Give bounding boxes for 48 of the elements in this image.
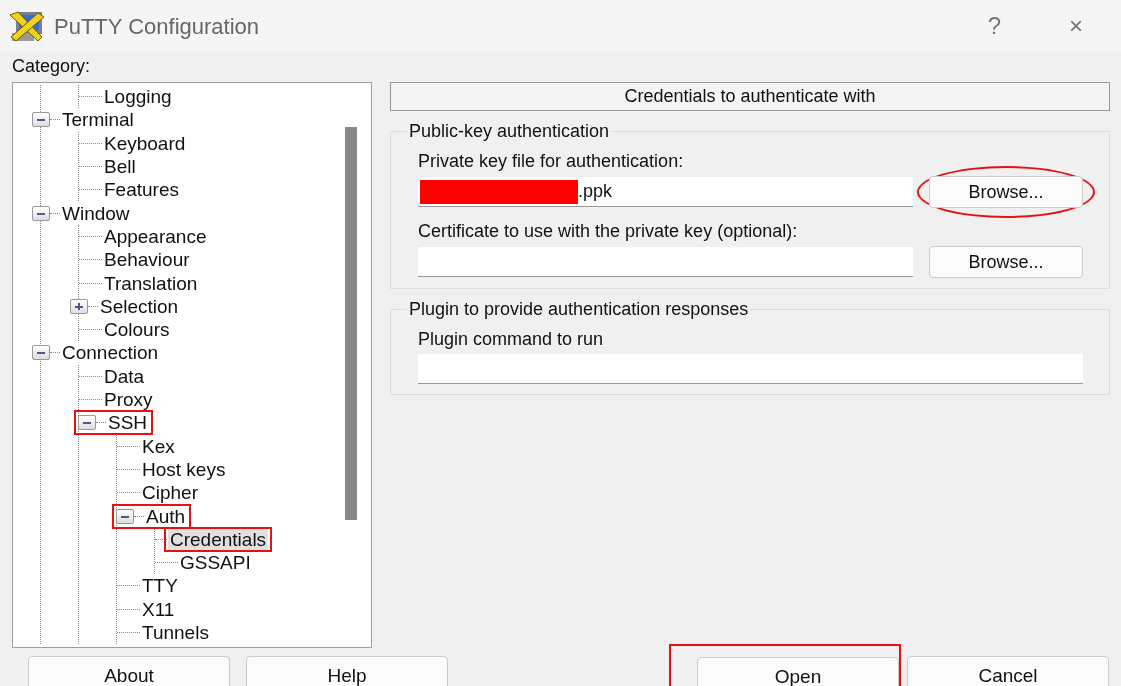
tree-item[interactable]: Tunnels	[140, 621, 211, 643]
tree-item[interactable]: Credentials	[168, 528, 269, 550]
tree-item[interactable]: Behaviour	[102, 249, 192, 271]
tree-item[interactable]: SSH	[106, 412, 150, 434]
tree-item[interactable]: Selection	[98, 295, 181, 317]
input-field[interactable]: .ppk	[418, 177, 913, 207]
tree-item[interactable]: Window	[60, 202, 132, 224]
category-label: Category:	[12, 56, 91, 76]
tree-item[interactable]: Proxy	[102, 389, 155, 410]
expand-toggle[interactable]	[70, 298, 88, 314]
tree-item[interactable]: Features	[102, 179, 181, 201]
tree-item[interactable]: Connection	[60, 342, 161, 364]
browse-button[interactable]: Browse...	[929, 176, 1083, 208]
tree-item[interactable]: Terminal	[60, 109, 136, 131]
tree-item[interactable]: Host keys	[140, 458, 228, 480]
collapse-toggle[interactable]	[78, 415, 96, 431]
tree-item[interactable]: Colours	[102, 319, 172, 341]
help-button[interactable]: ?	[981, 13, 1007, 39]
tree-item[interactable]: TTY	[140, 575, 180, 597]
browse-button[interactable]: Browse...	[929, 246, 1083, 278]
tree-item[interactable]: GSSAPI	[178, 552, 253, 574]
dialog-button[interactable]: Help	[246, 656, 448, 686]
tree-item[interactable]: Translation	[102, 272, 200, 294]
tree-item[interactable]: Logging	[102, 86, 174, 108]
app-icon	[8, 9, 46, 43]
dialog-button[interactable]: Cancel	[907, 656, 1109, 686]
tree-item[interactable]: Bell	[102, 156, 138, 178]
tree-item[interactable]: X11	[140, 598, 177, 620]
tree-item[interactable]: Data	[102, 365, 147, 387]
field-label: Private key file for authentication:	[418, 150, 685, 172]
input-field[interactable]	[418, 247, 913, 277]
tree-item[interactable]: Cipher	[140, 482, 200, 504]
collapse-toggle[interactable]	[32, 205, 50, 221]
section-header: Credentials to authenticate with	[390, 82, 1110, 111]
field-label: Plugin command to run	[418, 328, 605, 350]
collapse-toggle[interactable]	[32, 345, 50, 361]
window-title: PuTTY Configuration	[54, 12, 260, 41]
dialog-button[interactable]: About	[28, 656, 230, 686]
collapse-toggle[interactable]	[116, 508, 134, 524]
tree-item[interactable]: Appearance	[102, 225, 209, 247]
tree-item[interactable]: Keyboard	[102, 132, 188, 154]
field-label: Certificate to use with the private key (optional):	[418, 220, 799, 242]
tree-item[interactable]: Auth	[144, 505, 188, 527]
input-field[interactable]	[418, 354, 1083, 384]
close-button[interactable]: ×	[1063, 13, 1089, 39]
tree-item[interactable]: Kex	[140, 435, 177, 457]
scrollbar-thumb[interactable]	[345, 127, 357, 520]
collapse-toggle[interactable]	[32, 112, 50, 128]
